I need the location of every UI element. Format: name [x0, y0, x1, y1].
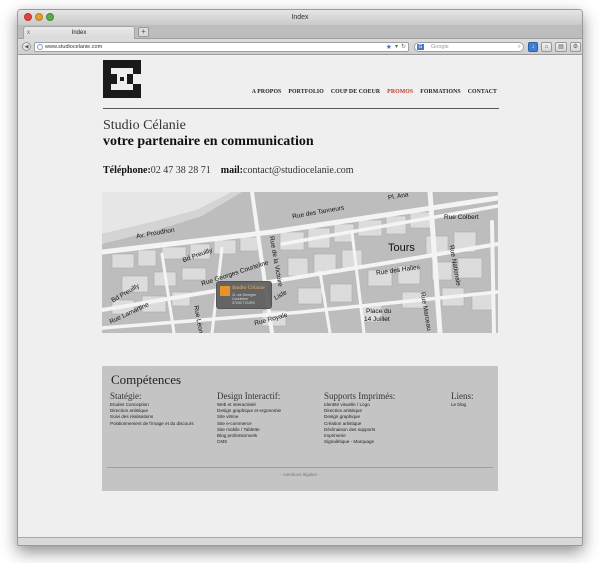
column-heading: Liens: — [451, 391, 474, 401]
search-placeholder: Google — [431, 44, 449, 50]
studio-logo[interactable] — [103, 60, 141, 98]
nav-item-coup-de-coeur[interactable]: COUP DE COEUR — [331, 89, 380, 95]
browser-window: Index x Index + ◀ www.studiocelanie.com … — [17, 9, 583, 546]
pin-address-line: 37000 TOURS — [232, 301, 255, 305]
column-heading: Supports Imprimés: — [324, 391, 396, 401]
location-map[interactable]: Av. Proudhon Rue des Tanneurs Pl. Ana Ru… — [102, 192, 498, 333]
page-viewport: A PROPOS PORTFOLIO COUP DE COEUR PROMOS … — [18, 56, 582, 538]
section-title: Compétences — [111, 372, 182, 387]
download-icon[interactable]: ↓ — [528, 42, 538, 52]
map-marker-popup[interactable]: Studio Célanie 11 rue Georges Courteline… — [216, 281, 272, 309]
list-item: CMS — [217, 439, 228, 445]
phone-label: Téléphone: — [103, 165, 151, 176]
minimize-window-button[interactable] — [35, 13, 43, 21]
column-design-interactif: Design Interactif: Web et interactivité … — [217, 391, 281, 445]
back-arrow-icon[interactable]: ◀ — [22, 42, 31, 51]
zoom-window-button[interactable] — [46, 13, 54, 21]
map-label: Place du — [366, 308, 392, 315]
column-supports-imprimes: Supports Imprimés: Identité visuelle / L… — [324, 391, 395, 445]
browser-toolbar: ◀ www.studiocelanie.com ★ ▾ ↻ G Google ⌕… — [18, 39, 582, 55]
header-divider — [103, 108, 499, 109]
map-label-city: Tours — [388, 242, 415, 254]
phone-number: 02 47 38 28 71 — [150, 165, 211, 176]
nav-item-a-propos[interactable]: A PROPOS — [252, 89, 282, 95]
legal-notice-link[interactable]: - mentions légales - — [102, 472, 498, 477]
studio-logo-icon — [220, 286, 230, 296]
column-heading: Statégie: — [110, 391, 142, 401]
address-bar[interactable]: www.studiocelanie.com ★ ▾ ↻ — [34, 42, 409, 52]
page-menu-icon[interactable]: ▤ — [555, 42, 567, 52]
gear-icon[interactable]: ⚙ — [570, 42, 581, 52]
logo-shape — [133, 74, 141, 84]
main-nav: A PROPOS PORTFOLIO COUP DE COEUR PROMOS … — [252, 89, 497, 95]
tab-label: Index — [71, 30, 87, 36]
tagline: votre partenaire en communication — [103, 134, 314, 149]
logo-shape — [111, 84, 133, 90]
bookmark-star-icon[interactable]: ★ — [386, 43, 392, 52]
nav-item-formations[interactable]: FORMATIONS — [420, 89, 461, 95]
window-title: Index — [291, 14, 309, 21]
list-item: Signalétique - Marquage — [324, 439, 375, 445]
studio-name: Studio Célanie — [103, 118, 186, 133]
close-window-button[interactable] — [24, 13, 32, 21]
title-bar: Index — [18, 10, 582, 25]
competences-section: Compétences Statégie: Etudes Conception … — [102, 366, 498, 491]
column-heading: Design Interactif: — [217, 391, 281, 401]
logo-shape — [117, 74, 127, 84]
tab-bar: x Index + — [18, 25, 582, 39]
pin-address: 11 rue Georges Courteline 37000 TOURS — [232, 293, 256, 305]
pin-name: Studio Célanie — [232, 285, 265, 291]
footer-divider — [107, 467, 493, 468]
url-text: www.studiocelanie.com — [45, 44, 103, 50]
dropdown-arrow-icon[interactable]: ▾ — [395, 43, 398, 52]
nav-item-portfolio[interactable]: PORTFOLIO — [288, 89, 323, 95]
nav-item-promos[interactable]: PROMOS — [387, 89, 413, 95]
nav-item-contact[interactable]: CONTACT — [468, 89, 497, 95]
search-icon[interactable]: ⌕ — [518, 43, 521, 52]
search-input[interactable]: G Google ⌕ — [414, 42, 524, 52]
list-item: Positionnement de l'image et du discours — [110, 420, 194, 426]
contact-info: Téléphone:02 47 38 28 71 mail:contact@st… — [103, 165, 354, 176]
search-engine-icon[interactable]: G — [417, 44, 424, 50]
globe-icon — [37, 44, 43, 50]
tab-close-icon[interactable]: x — [27, 27, 30, 39]
tab-index[interactable]: x Index — [23, 26, 135, 39]
reload-icon[interactable]: ↻ — [401, 43, 406, 52]
column-liens: Liens: Le blog — [451, 391, 474, 408]
status-bar — [18, 537, 582, 545]
map-label: 14 Juillet — [364, 316, 390, 323]
map-label: Rue Colbert — [444, 214, 479, 221]
email-link[interactable]: contact@studiocelanie.com — [243, 165, 354, 176]
column-strategie: Statégie: Etudes Conception Direction ar… — [110, 391, 194, 427]
mail-label: mail: — [220, 165, 243, 176]
new-tab-button[interactable]: + — [138, 27, 149, 37]
home-icon[interactable]: ⌂ — [541, 42, 552, 52]
blog-link[interactable]: Le blog — [451, 402, 474, 408]
